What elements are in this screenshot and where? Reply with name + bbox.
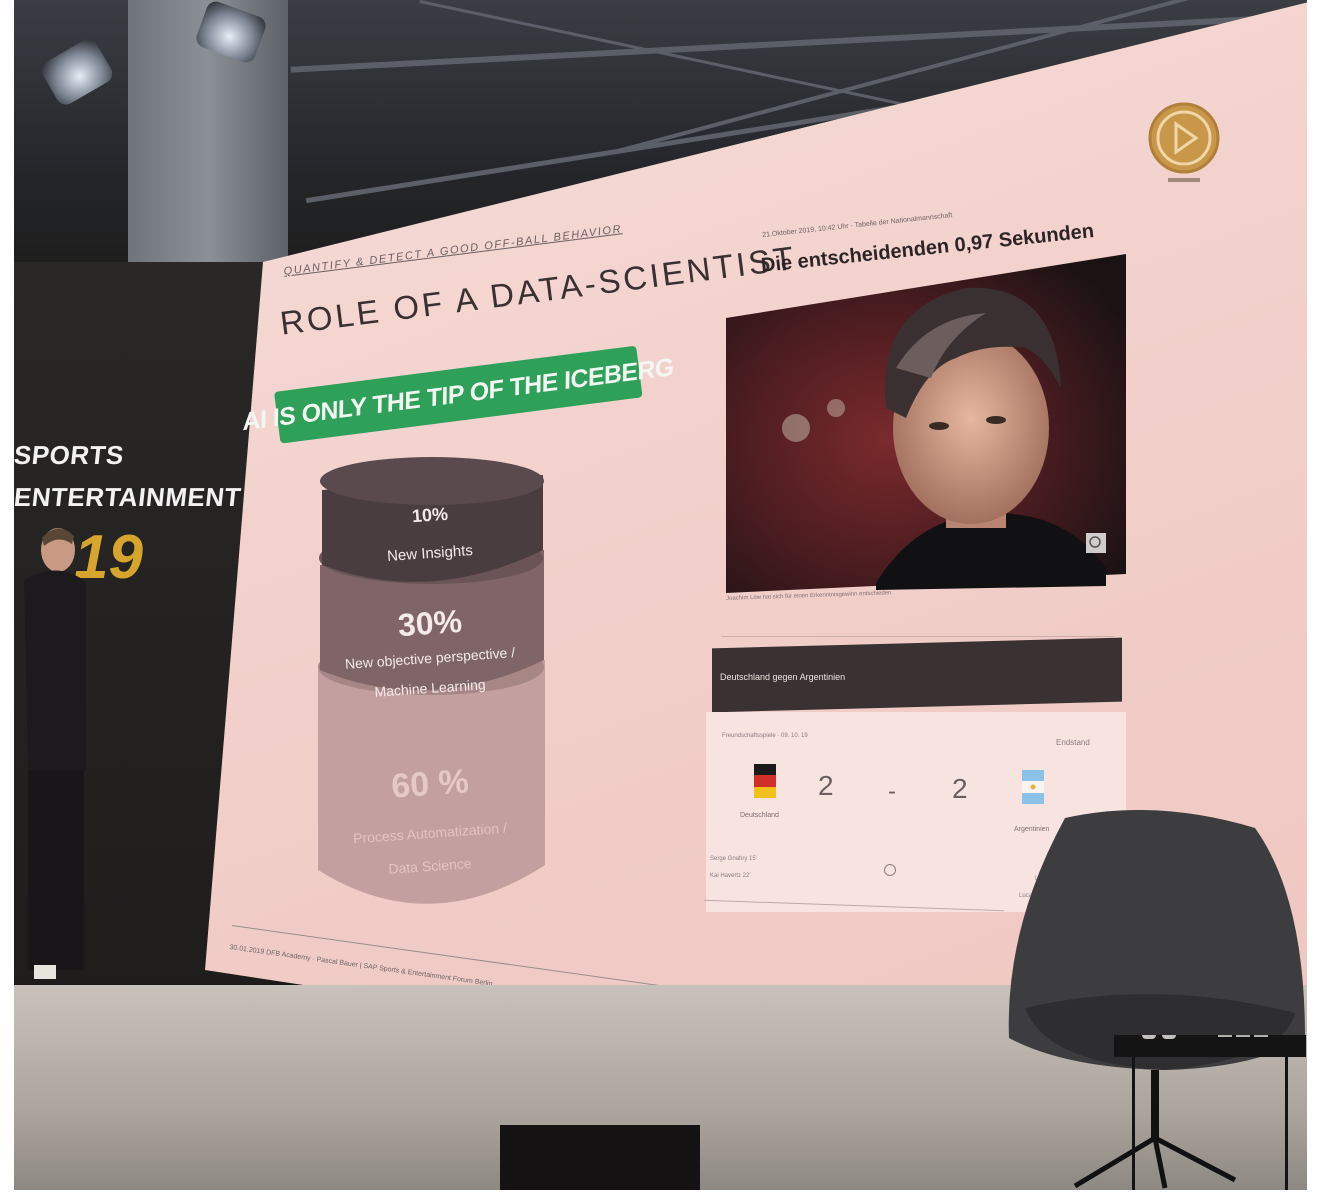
sign-line-entertainment: ENTERTAINMENT (12, 482, 243, 512)
away-score: 2 (952, 773, 968, 804)
dfb-logo (1148, 102, 1220, 182)
germany-flag-icon (754, 764, 776, 798)
sign-line-sports: SPORTS (12, 440, 126, 470)
argentina-flag-icon (1022, 770, 1044, 804)
match-title: Deutschland gegen Argentinien (720, 672, 846, 682)
coach-photo (726, 254, 1126, 593)
match-competition: Freundschaftsspiele · 09. 10. 19 (722, 733, 808, 739)
goal-scorer-2: Kai Havertz 22' (710, 873, 751, 879)
score-separator: - (888, 778, 896, 805)
image-border-bottom (0, 1190, 1317, 1199)
side-table (1114, 1035, 1306, 1195)
home-team: Deutschland (740, 812, 779, 819)
photo-card-edge (722, 612, 1114, 637)
glass-icon (1218, 1035, 1268, 1037)
stage-monitor (500, 1125, 700, 1199)
image-border-left (0, 0, 14, 1199)
goal-scorer-1: Serge Gnabry 15' (710, 856, 757, 862)
layer-10-cap (320, 457, 544, 505)
speaker-person (24, 528, 86, 979)
home-score: 2 (818, 770, 834, 801)
zoom-icon (1086, 533, 1106, 553)
ball-icon (884, 864, 896, 876)
image-border-right (1307, 0, 1317, 1199)
match-status: Endstand (1056, 738, 1090, 747)
